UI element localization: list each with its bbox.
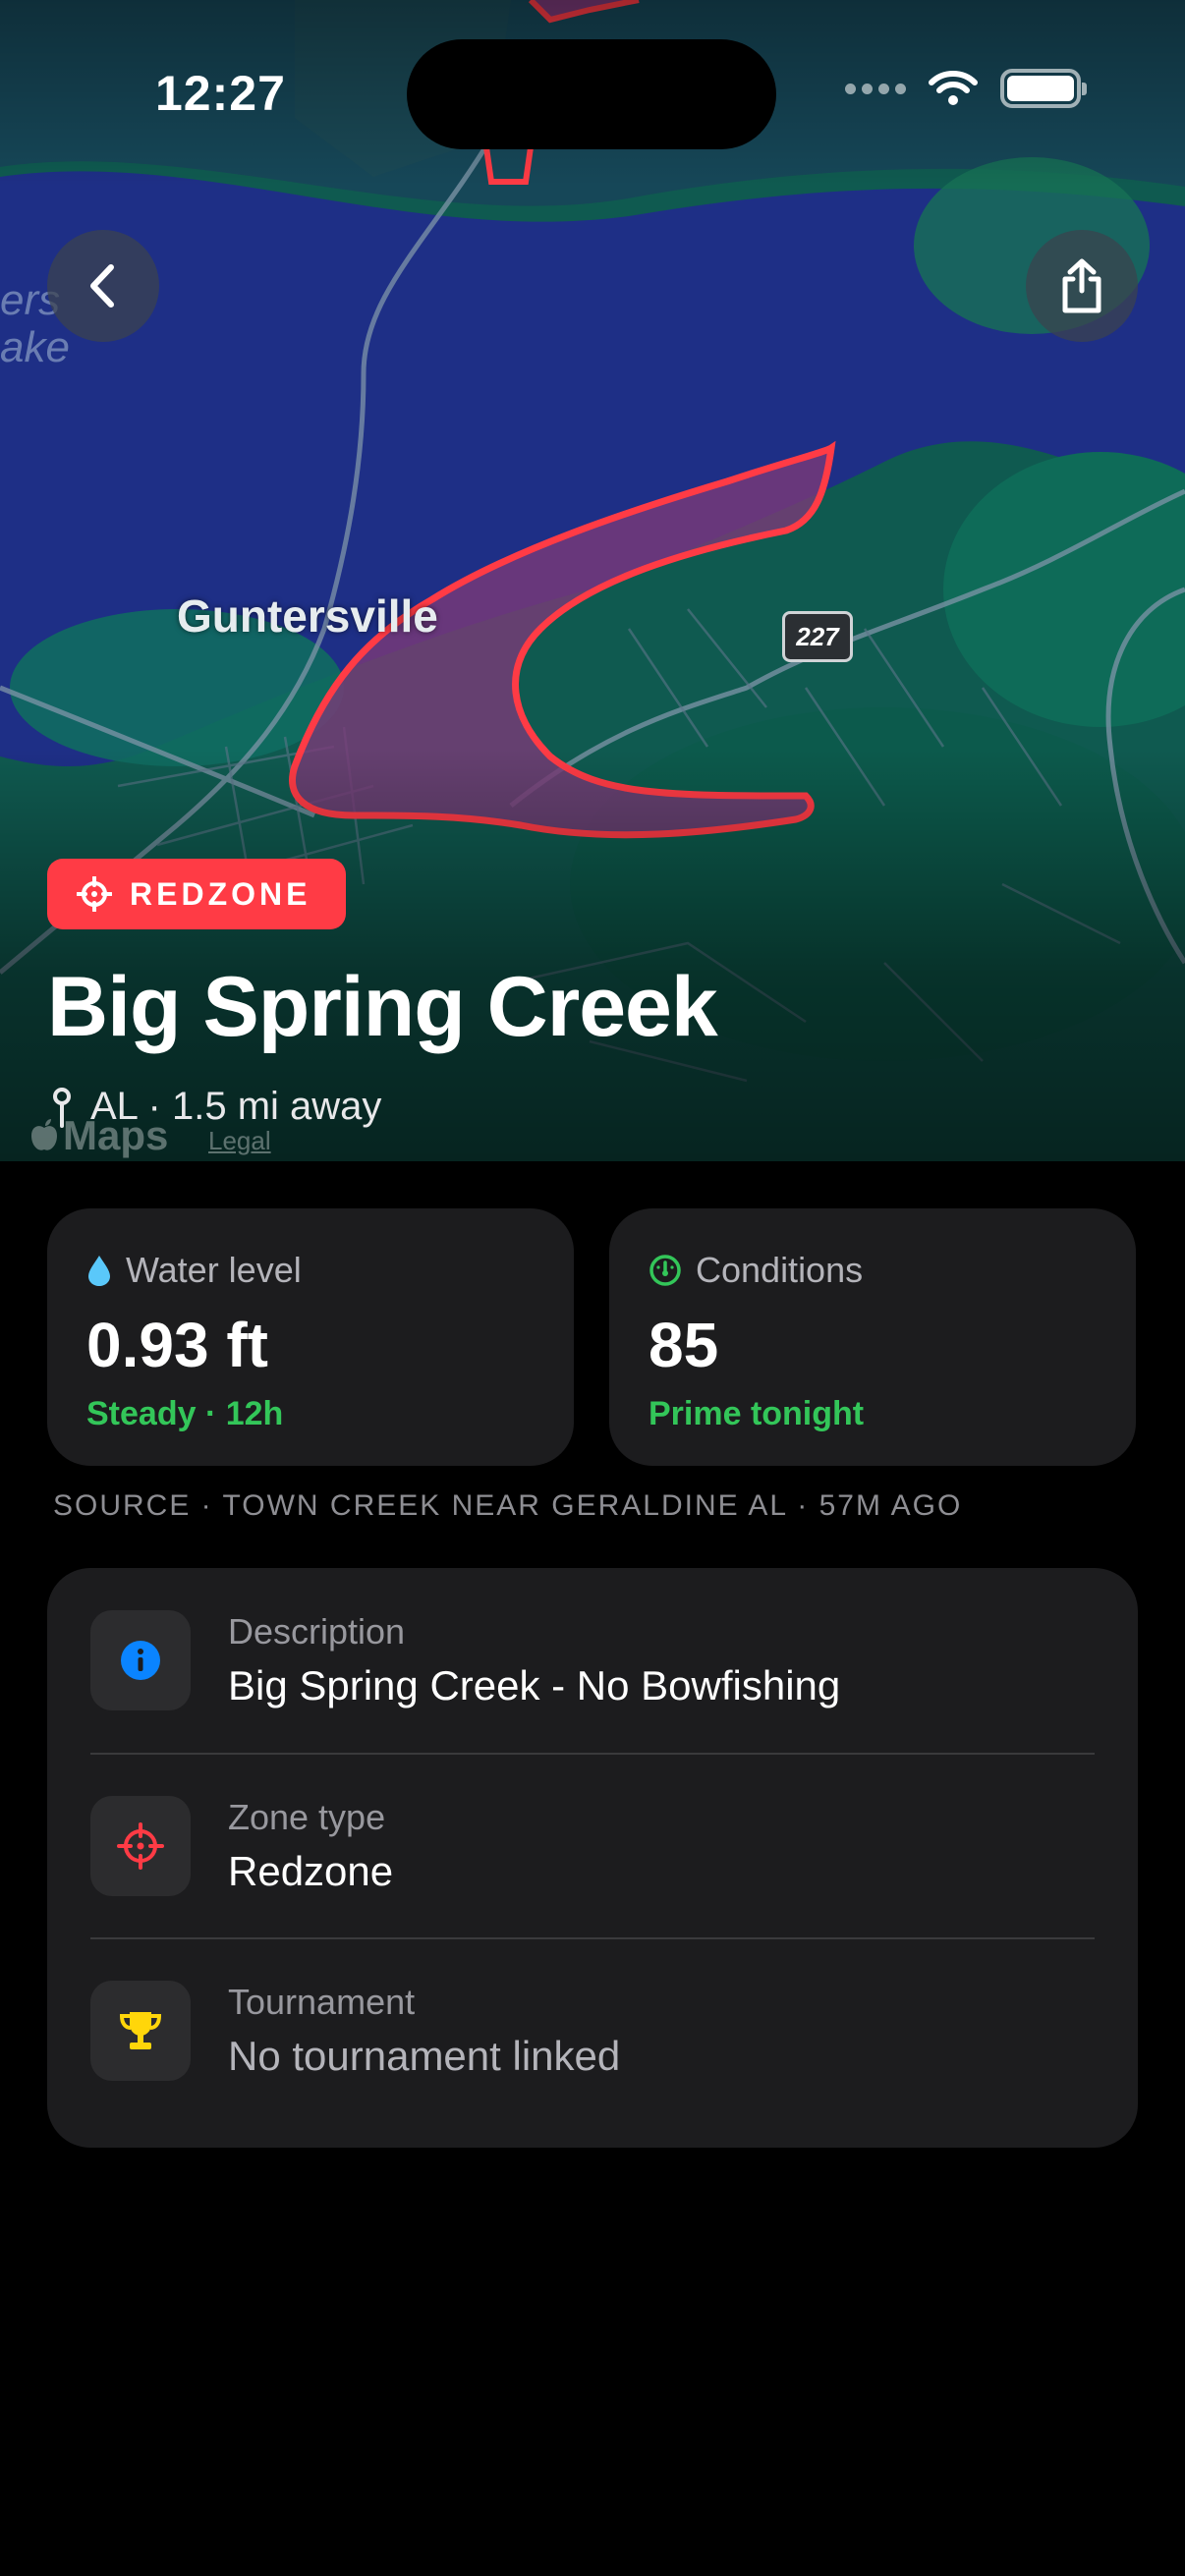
page-title: Big Spring Creek bbox=[47, 960, 718, 1054]
cellular-signal-icon bbox=[845, 83, 906, 94]
zone-badge-label: REDZONE bbox=[130, 875, 311, 912]
conditions-card[interactable]: Conditions 85 Prime tonight bbox=[609, 1208, 1136, 1466]
status-time: 12:27 bbox=[155, 66, 286, 121]
info-icon-tile bbox=[90, 1610, 191, 1710]
water-level-trend: Steady · 12h bbox=[86, 1395, 284, 1432]
conditions-header: Conditions bbox=[649, 1250, 1097, 1291]
detail-value: No tournament linked bbox=[228, 2033, 621, 2079]
route-shield: 227 bbox=[782, 611, 853, 662]
detail-row-description[interactable]: Description Big Spring Creek - No Bowfis… bbox=[90, 1568, 1095, 1753]
water-level-label: Water level bbox=[126, 1250, 302, 1290]
trophy-icon bbox=[119, 2012, 162, 2049]
trophy-icon-tile bbox=[90, 1981, 191, 2081]
detail-label: Zone type bbox=[228, 1797, 386, 1837]
crosshair-icon bbox=[117, 1822, 164, 1870]
battery-icon bbox=[1000, 69, 1087, 108]
detail-label: Description bbox=[228, 1611, 406, 1652]
water-level-header: Water level bbox=[86, 1250, 535, 1291]
map-label-city: Guntersville bbox=[177, 590, 438, 642]
detail-row-tournament[interactable]: Tournament No tournament linked bbox=[90, 1937, 1095, 2122]
detail-value: Redzone bbox=[228, 1848, 394, 1894]
gauge-icon bbox=[649, 1255, 681, 1286]
back-button[interactable] bbox=[47, 230, 159, 342]
dynamic-island bbox=[407, 39, 776, 149]
conditions-score: 85 bbox=[649, 1310, 719, 1380]
zone-type-badge: REDZONE bbox=[47, 859, 347, 929]
status-icons bbox=[845, 69, 1087, 108]
share-button[interactable] bbox=[1026, 230, 1138, 342]
maps-attribution: Maps bbox=[29, 1112, 168, 1159]
water-level-value: 0.93 ft bbox=[86, 1310, 268, 1380]
detail-row-zone-type[interactable]: Zone type Redzone bbox=[90, 1753, 1095, 1937]
crosshair-icon-tile bbox=[90, 1796, 191, 1896]
info-icon bbox=[121, 1641, 160, 1680]
water-level-card[interactable]: Water level 0.93 ft Steady · 12h bbox=[47, 1208, 574, 1466]
share-icon bbox=[1062, 258, 1101, 313]
details-list: Description Big Spring Creek - No Bowfis… bbox=[47, 1568, 1138, 2148]
apple-logo-icon bbox=[31, 1119, 57, 1150]
wifi-icon bbox=[929, 71, 978, 105]
data-source-caption: SOURCE · TOWN CREEK NEAR GERALDINE AL · … bbox=[53, 1489, 963, 1522]
water-drop-icon bbox=[88, 1256, 110, 1286]
conditions-label: Conditions bbox=[696, 1250, 864, 1290]
conditions-note: Prime tonight bbox=[649, 1395, 865, 1432]
legal-link[interactable]: Legal bbox=[208, 1126, 271, 1156]
detail-label: Tournament bbox=[228, 1982, 416, 2022]
crosshair-icon bbox=[77, 876, 112, 912]
detail-value: Big Spring Creek - No Bowfishing bbox=[228, 1662, 841, 1708]
chevron-left-icon bbox=[90, 264, 114, 308]
